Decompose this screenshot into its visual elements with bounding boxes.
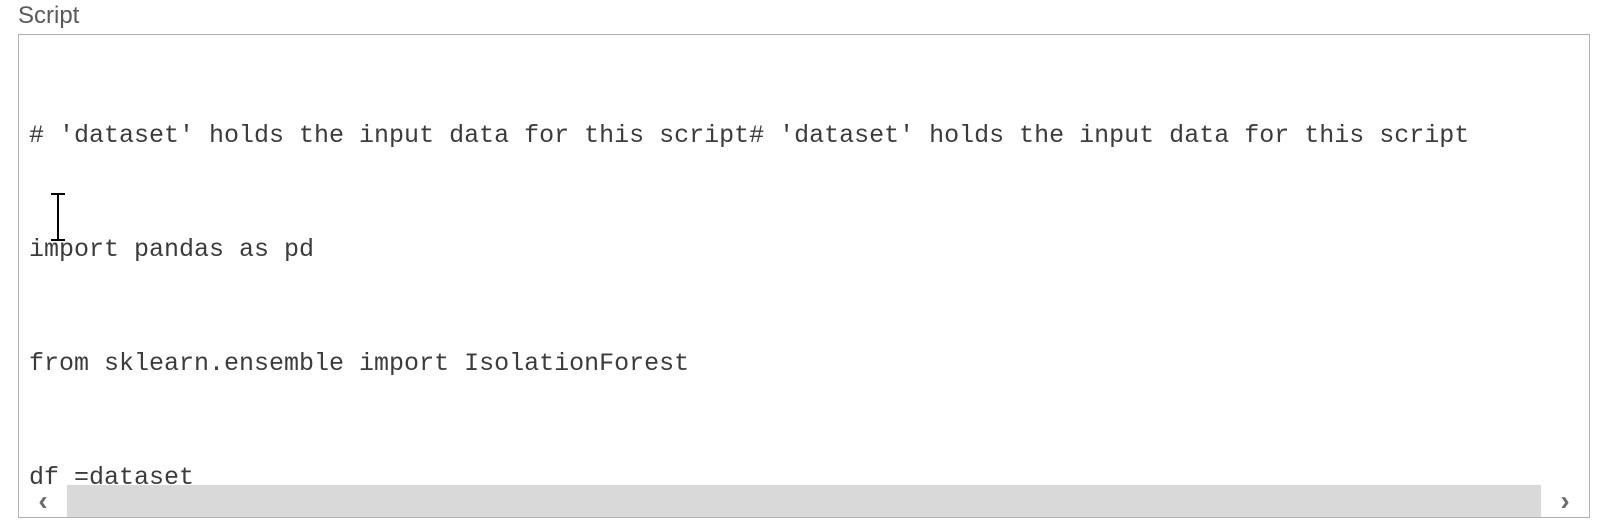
horizontal-scrollbar[interactable]: ‹ › [19,485,1589,517]
code-line[interactable]: import pandas as pd [29,231,1579,269]
scrollbar-track[interactable] [67,485,1541,517]
panel-label: Script [18,2,1590,30]
code-line[interactable]: # 'dataset' holds the input data for thi… [29,117,1579,155]
script-panel: Script # 'dataset' holds the input data … [0,2,1600,522]
code-line[interactable]: from sklearn.ensemble import IsolationFo… [29,345,1579,383]
scroll-left-button[interactable]: ‹ [19,485,67,517]
code-area[interactable]: # 'dataset' holds the input data for thi… [19,35,1589,485]
scroll-right-button[interactable]: › [1541,485,1589,517]
code-line[interactable]: df =dataset [29,459,1579,485]
scrollbar-thumb[interactable] [67,485,1541,517]
script-editor[interactable]: # 'dataset' holds the input data for thi… [18,34,1590,518]
